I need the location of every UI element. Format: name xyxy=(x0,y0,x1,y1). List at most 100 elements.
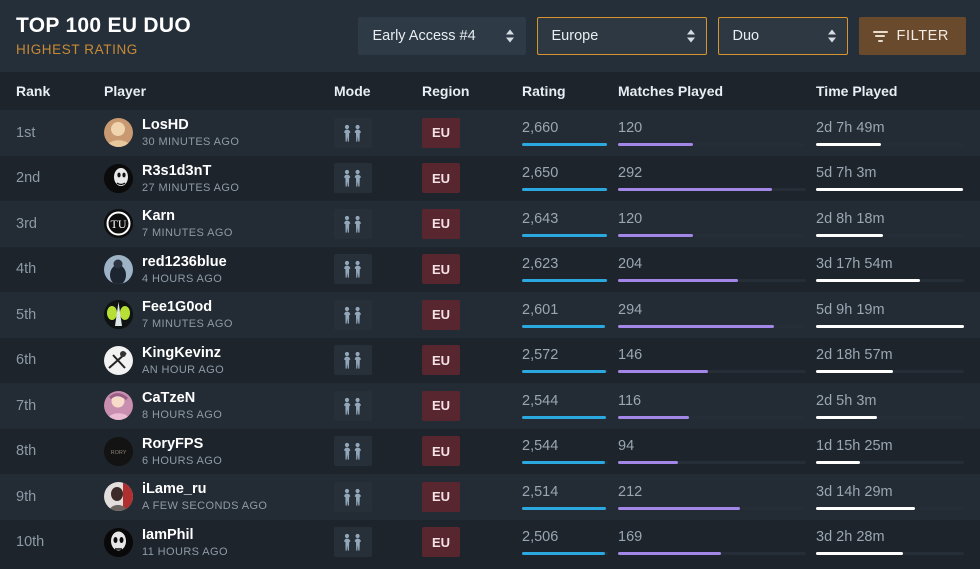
time-cell: 2d 18h 57m xyxy=(816,347,976,374)
column-header-player[interactable]: Player xyxy=(104,83,334,99)
rating-bar-track xyxy=(522,142,608,146)
column-header-rank[interactable]: Rank xyxy=(16,83,104,99)
filter-icon xyxy=(872,30,888,42)
duo-icon xyxy=(334,299,372,330)
duo-icon xyxy=(334,208,372,239)
table-row[interactable]: 1st LosHD 30 MINUTES AGO EU 2,660 120 2d 7h 49… xyxy=(0,110,980,156)
rating-cell: 2,544 xyxy=(522,393,618,419)
rank-cell: 3rd xyxy=(16,215,104,233)
duo-icon xyxy=(334,345,372,376)
matches-bar-fill xyxy=(618,552,722,556)
rank-cell: 10th xyxy=(16,533,104,551)
matches-bar-track xyxy=(618,415,806,419)
player-cell[interactable]: CaTzeN 8 HOURS AGO xyxy=(104,389,334,422)
table-row[interactable]: 7th CaTzeN 8 HOURS AGO EU 2,544 116 2d 5h 3m xyxy=(0,383,980,429)
player-cell[interactable]: Fee1G0od 7 MINUTES AGO xyxy=(104,298,334,331)
avatar xyxy=(104,482,133,512)
player-name: R3s1d3nT xyxy=(142,162,212,179)
mode-cell xyxy=(334,527,422,558)
rank-cell: 1st xyxy=(16,124,104,142)
region-select[interactable]: Europe xyxy=(536,17,707,55)
table-row[interactable]: 2nd R3s1d3nT 27 MINUTES AGO EU 2,650 292 5d 7h… xyxy=(0,155,980,201)
player-last-seen: 6 HOURS AGO xyxy=(142,454,223,467)
avatar xyxy=(104,345,133,375)
matches-value: 120 xyxy=(618,210,643,227)
matches-cell: 120 xyxy=(618,211,816,237)
rating-bar-track xyxy=(522,279,608,283)
rating-cell: 2,544 xyxy=(522,438,618,465)
region-badge: EU xyxy=(422,527,460,558)
svg-text:RORY: RORY xyxy=(111,450,127,456)
rating-cell: 2,660 xyxy=(522,120,618,146)
table-row[interactable]: 6th KingKevinz AN HOUR AGO EU 2,572 146 2d 18h… xyxy=(0,337,980,383)
rank-value: 7th xyxy=(16,397,37,414)
player-cell[interactable]: LosHD 30 MINUTES AGO xyxy=(104,116,334,149)
time-bar-fill xyxy=(816,279,920,283)
time-value: 1d 15h 25m xyxy=(816,438,893,455)
matches-bar-track xyxy=(618,279,806,283)
player-cell[interactable]: KingKevinz AN HOUR AGO xyxy=(104,344,334,377)
season-select[interactable]: Early Access #4 xyxy=(357,17,526,55)
region-cell: EU xyxy=(422,163,522,194)
table-row[interactable]: 8th RORY RoryFPS 6 HOURS AGO EU 2,544 94 1d 15h… xyxy=(0,428,980,474)
region-badge: EU xyxy=(422,208,460,239)
time-bar-fill xyxy=(816,370,893,374)
matches-value: 204 xyxy=(618,256,643,273)
column-header-mode[interactable]: Mode xyxy=(334,83,422,99)
region-badge: EU xyxy=(422,163,460,194)
rating-bar-track xyxy=(522,461,608,465)
rating-value: 2,650 xyxy=(522,165,559,182)
table-row[interactable]: 4th red1236blue 4 HOURS AGO EU 2,623 204 3d 17… xyxy=(0,246,980,292)
column-header-time[interactable]: Time Played xyxy=(816,83,976,99)
rank-value: 8th xyxy=(16,443,37,460)
rating-value: 2,514 xyxy=(522,483,559,500)
filter-button[interactable]: FILTER xyxy=(858,17,966,55)
region-badge: EU xyxy=(422,117,460,148)
player-text: Fee1G0od 7 MINUTES AGO xyxy=(142,298,233,331)
player-cell[interactable]: red1236blue 4 HOURS AGO xyxy=(104,253,334,286)
region-badge: EU xyxy=(422,481,460,512)
matches-bar-fill xyxy=(618,506,741,510)
player-cell[interactable]: RORY RoryFPS 6 HOURS AGO xyxy=(104,435,334,468)
time-value: 3d 2h 28m xyxy=(816,529,885,546)
region-select-value: Europe xyxy=(551,28,599,44)
duo-icon xyxy=(334,254,372,285)
player-cell[interactable]: IamPhil 11 HOURS AGO xyxy=(104,526,334,559)
table-row[interactable]: 5th Fee1G0od 7 MINUTES AGO EU 2,601 294 5d 9h … xyxy=(0,292,980,338)
table-row[interactable]: 3rd TU Karn 7 MINUTES AGO EU 2,643 120 2d 8h 18… xyxy=(0,201,980,247)
player-name: red1236blue xyxy=(142,253,227,270)
rating-bar-fill xyxy=(522,142,608,146)
mode-select[interactable]: Duo xyxy=(717,17,848,55)
table-row[interactable]: 10th IamPhil 11 HOURS AGO EU 2,506 169 3d 2h 2… xyxy=(0,519,980,565)
rank-cell: 6th xyxy=(16,351,104,369)
matches-bar-fill xyxy=(618,142,694,146)
matches-bar-fill xyxy=(618,188,773,192)
matches-bar-fill xyxy=(618,233,694,237)
matches-cell: 204 xyxy=(618,256,816,283)
rating-bar-track xyxy=(522,552,608,556)
player-text: iLame_ru A FEW SECONDS AGO xyxy=(142,480,267,513)
player-cell[interactable]: R3s1d3nT 27 MINUTES AGO xyxy=(104,162,334,195)
season-select-value: Early Access #4 xyxy=(372,28,476,44)
time-bar-fill xyxy=(816,142,882,146)
player-cell[interactable]: iLame_ru A FEW SECONDS AGO xyxy=(104,480,334,513)
rating-bar-fill xyxy=(522,324,606,328)
rating-cell: 2,650 xyxy=(522,165,618,192)
page-header: TOP 100 EU DUO HIGHEST RATING Early Acce… xyxy=(0,0,980,72)
time-cell: 2d 8h 18m xyxy=(816,211,976,237)
table-row[interactable]: 9th iLame_ru A FEW SECONDS AGO EU 2,514 212 3d… xyxy=(0,474,980,520)
player-name: LosHD xyxy=(142,117,189,134)
time-value: 2d 7h 49m xyxy=(816,119,885,136)
matches-bar-track xyxy=(618,233,806,237)
column-header-rating[interactable]: Rating xyxy=(522,83,618,99)
column-header-region[interactable]: Region xyxy=(422,83,522,99)
page-subtitle: HIGHEST RATING xyxy=(16,41,138,57)
mode-cell xyxy=(334,208,422,239)
matches-bar-fill xyxy=(618,415,690,419)
player-name: Karn xyxy=(142,208,176,225)
leaderboard-table: Rank Player Mode Region Rating Matches P… xyxy=(0,72,980,565)
column-header-matches[interactable]: Matches Played xyxy=(618,83,816,99)
time-value: 5d 7h 3m xyxy=(816,165,877,182)
player-cell[interactable]: TU Karn 7 MINUTES AGO xyxy=(104,207,334,240)
mode-cell xyxy=(334,163,422,194)
